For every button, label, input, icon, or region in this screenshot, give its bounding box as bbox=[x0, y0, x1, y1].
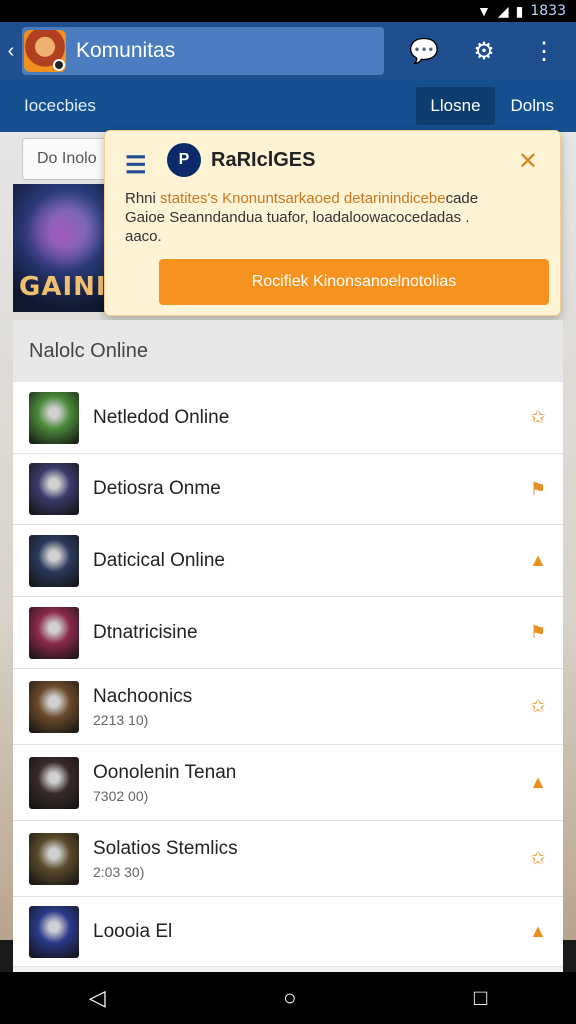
app-bar: ‹ Komunitas 💬 ⚙ ⋮ bbox=[0, 22, 576, 80]
popup-action-button[interactable]: Rocifiek Kinonsanoelnotolias bbox=[159, 259, 549, 305]
list-item[interactable]: Dtnatricisine ⚑ bbox=[13, 597, 563, 669]
popup-body-end: cade bbox=[445, 190, 479, 207]
more-vertical-icon[interactable]: ⋮ bbox=[526, 37, 562, 66]
nav-back-icon[interactable]: ◁ bbox=[89, 985, 106, 1011]
signal-icon: ◢ bbox=[497, 2, 509, 19]
popup-body-line3: aaco. bbox=[125, 228, 162, 245]
popup-body: Rhni statites's Knonuntsarkaoed detarini… bbox=[125, 189, 545, 246]
popup-title: RaRIclGES bbox=[211, 149, 316, 171]
popup-logo: P bbox=[167, 143, 201, 177]
game-thumbnail bbox=[29, 756, 79, 809]
shop-icon[interactable]: ▲ bbox=[513, 772, 563, 793]
list-item[interactable]: Netledod Online ✩ bbox=[13, 382, 563, 454]
chat-icon[interactable]: 💬 bbox=[406, 37, 442, 66]
tab-active[interactable]: Llosne bbox=[416, 87, 495, 125]
status-bar: ▼ ◢ ▮ 1833 bbox=[0, 0, 576, 22]
status-clock: 1833 bbox=[530, 3, 566, 19]
page-title: Komunitas bbox=[76, 39, 176, 62]
game-thumbnail bbox=[29, 905, 79, 958]
game-name: Netledod Online bbox=[93, 406, 230, 428]
title-box: Komunitas bbox=[22, 27, 384, 75]
back-arrow-icon[interactable]: ‹ bbox=[0, 22, 22, 80]
list-item[interactable]: Nachoonics 2213 10) ✩ bbox=[13, 669, 563, 745]
game-list: Nalolc Online Netledod Online ✩ Detiosra O… bbox=[13, 320, 563, 972]
star-icon[interactable]: ✩ bbox=[513, 696, 563, 717]
sub-bar-label: Iocecbies bbox=[24, 96, 96, 115]
badge-icon[interactable]: ⚑ bbox=[513, 479, 563, 500]
game-banner[interactable]: GAINI bbox=[13, 184, 113, 312]
banner-title: GAINI bbox=[19, 272, 107, 302]
game-thumbnail bbox=[29, 680, 79, 733]
section-title: Nalolc Online bbox=[13, 320, 563, 382]
game-thumbnail bbox=[29, 463, 79, 515]
game-subtitle: 2:03 30) bbox=[93, 863, 145, 880]
game-name: Loooia El bbox=[93, 920, 173, 942]
game-name: Dtnatricisine bbox=[93, 621, 198, 643]
notification-popup: ☰ P RaRIclGES ✕ Rhni statites's Knonunts… bbox=[104, 130, 561, 316]
shop-icon[interactable]: ▲ bbox=[513, 921, 563, 942]
popup-body-text: Rhni bbox=[125, 190, 161, 207]
nav-recents-icon[interactable]: □ bbox=[474, 985, 487, 1011]
list-item[interactable]: Loooia El ▲ bbox=[13, 897, 563, 967]
game-thumbnail bbox=[29, 606, 79, 659]
badge-icon[interactable]: ⚑ bbox=[513, 622, 563, 643]
wifi-icon: ▼ bbox=[477, 3, 491, 19]
dismiss-icon[interactable]: ✕ bbox=[518, 147, 538, 176]
game-thumbnail bbox=[29, 534, 79, 587]
game-subtitle: 2213 10) bbox=[93, 711, 149, 728]
tab-other[interactable]: Dolns bbox=[511, 96, 554, 116]
battery-icon: ▮ bbox=[515, 2, 524, 19]
game-thumbnail bbox=[29, 391, 79, 444]
gear-icon[interactable]: ⚙ bbox=[466, 37, 502, 66]
game-name: Daticical Online bbox=[93, 549, 225, 571]
list-item[interactable]: Solatios Stemlics 2:03 30) ✩ bbox=[13, 821, 563, 897]
list-item[interactable]: Detiosra Onme ⚑ bbox=[13, 454, 563, 525]
menu-icon[interactable]: ☰ bbox=[125, 151, 147, 180]
game-thumbnail bbox=[29, 832, 79, 885]
content-area: GAINI ☰ P RaRIclGES ✕ Rhni statites's Kn… bbox=[0, 130, 576, 972]
popup-body-accent: statites's Knonuntsarkaoed detarinindice… bbox=[160, 190, 446, 207]
sub-bar: Iocecbies Llosne Dolns bbox=[0, 80, 576, 132]
game-name: Detiosra Onme bbox=[93, 478, 221, 499]
list-item[interactable]: Daticical Online ▲ bbox=[13, 525, 563, 597]
nav-home-icon[interactable]: ○ bbox=[283, 985, 296, 1011]
game-name: Nachoonics bbox=[93, 685, 193, 707]
shop-icon[interactable]: ▲ bbox=[513, 550, 563, 571]
list-item[interactable]: Oonolenin Tenan 7302 00) ▲ bbox=[13, 745, 563, 821]
popup-body-line2: Gaioe Seanndandua tuafor, loadaloowacoce… bbox=[125, 209, 470, 226]
nav-bar: ◁ ○ □ bbox=[0, 972, 576, 1024]
game-name: Oonolenin Tenan bbox=[93, 761, 237, 783]
star-icon[interactable]: ✩ bbox=[513, 848, 563, 869]
game-name: Solatios Stemlics bbox=[93, 837, 238, 859]
star-icon[interactable]: ✩ bbox=[513, 407, 563, 428]
app-avatar bbox=[24, 30, 66, 72]
game-subtitle: 7302 00) bbox=[93, 787, 149, 804]
